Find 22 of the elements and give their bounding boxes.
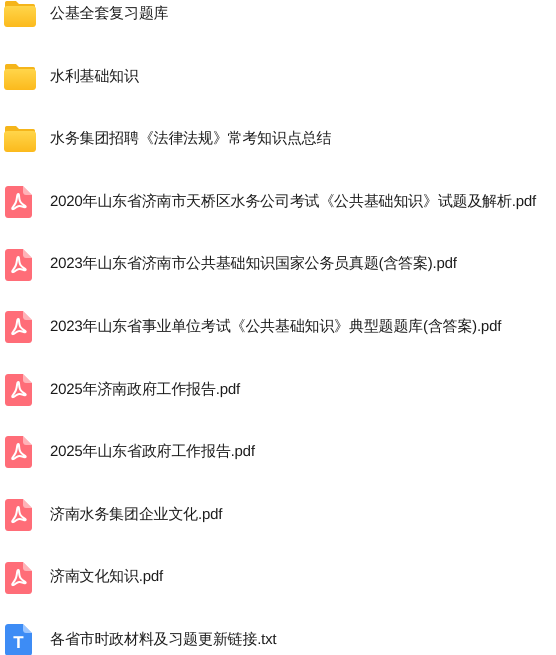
pdf-file-icon: [5, 311, 32, 344]
pdf-file-icon: [5, 248, 32, 281]
file-name[interactable]: 2023年山东省济南市公共基础知识国家公务员真题(含答案).pdf: [50, 253, 457, 276]
pdf-file-icon: [5, 186, 32, 218]
file-name[interactable]: 济南文化知识.pdf: [50, 566, 164, 589]
pdf-file-icon: [5, 562, 32, 594]
folder-icon: [3, 62, 37, 91]
file-name[interactable]: 2025年济南政府工作报告.pdf: [50, 378, 240, 402]
file-name[interactable]: 公基全套复习题库: [50, 3, 168, 26]
file-name[interactable]: 水利基础知识: [50, 66, 139, 88]
file-name[interactable]: 2025年山东省政府工作报告.pdf: [50, 441, 255, 464]
file-name[interactable]: 2023年山东省事业单位考试《公共基础知识》典型题题库(含答案).pdf: [50, 316, 502, 339]
folder-icon: [3, 125, 37, 154]
pdf-file-icon: [5, 499, 32, 532]
file-name[interactable]: 济南水务集团企业文化.pdf: [50, 504, 222, 526]
text-file-icon: T: [5, 624, 32, 655]
file-name[interactable]: 各省市时政材料及习题更新链接.txt: [50, 628, 276, 652]
file-name[interactable]: 水务集团招聘《法律法规》常考知识点总结: [50, 128, 332, 151]
pdf-file-icon: [5, 436, 32, 468]
pdf-file-icon: [5, 374, 32, 406]
file-name[interactable]: 2020年山东省济南市天桥区水务公司考试《公共基础知识》试题及解析.pdf: [50, 190, 536, 214]
folder-icon: [3, 0, 37, 28]
